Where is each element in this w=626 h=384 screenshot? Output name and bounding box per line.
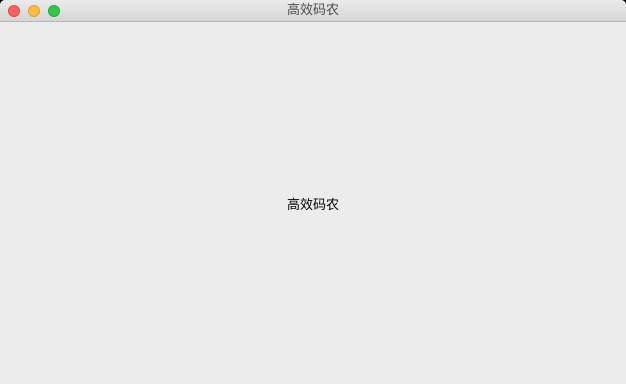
window-title: 高效码农 bbox=[286, 3, 339, 18]
title-bar[interactable]: 高效码农 bbox=[0, 0, 626, 22]
center-label: 高效码农 bbox=[286, 198, 339, 213]
app-window: 高效码农 高效码农 bbox=[0, 0, 626, 384]
window-content: 高效码农 bbox=[0, 22, 626, 384]
